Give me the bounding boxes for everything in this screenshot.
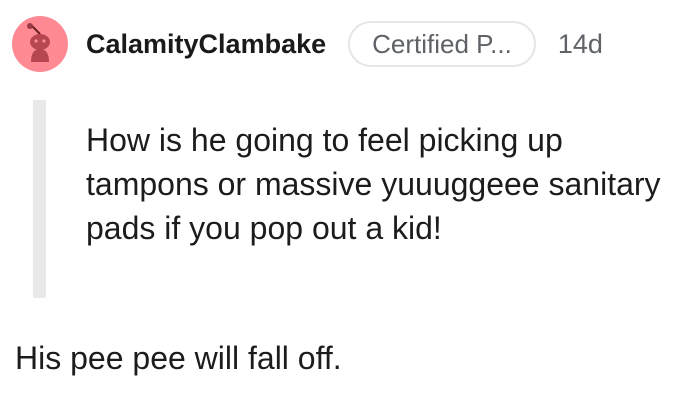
comment-timestamp[interactable]: 14d (558, 29, 603, 60)
comment-header: CalamityClambake Certified P... 14d (12, 14, 603, 74)
quote-bar (33, 100, 46, 298)
user-avatar[interactable] (12, 16, 68, 72)
quoted-text: How is he going to feel picking up tampo… (86, 122, 661, 246)
reddit-snoo-icon (27, 23, 50, 62)
username-link[interactable]: CalamityClambake (86, 29, 326, 60)
user-flair-badge: Certified P... (348, 21, 536, 67)
comment-body-text: His pee pee will fall off. (15, 340, 342, 376)
